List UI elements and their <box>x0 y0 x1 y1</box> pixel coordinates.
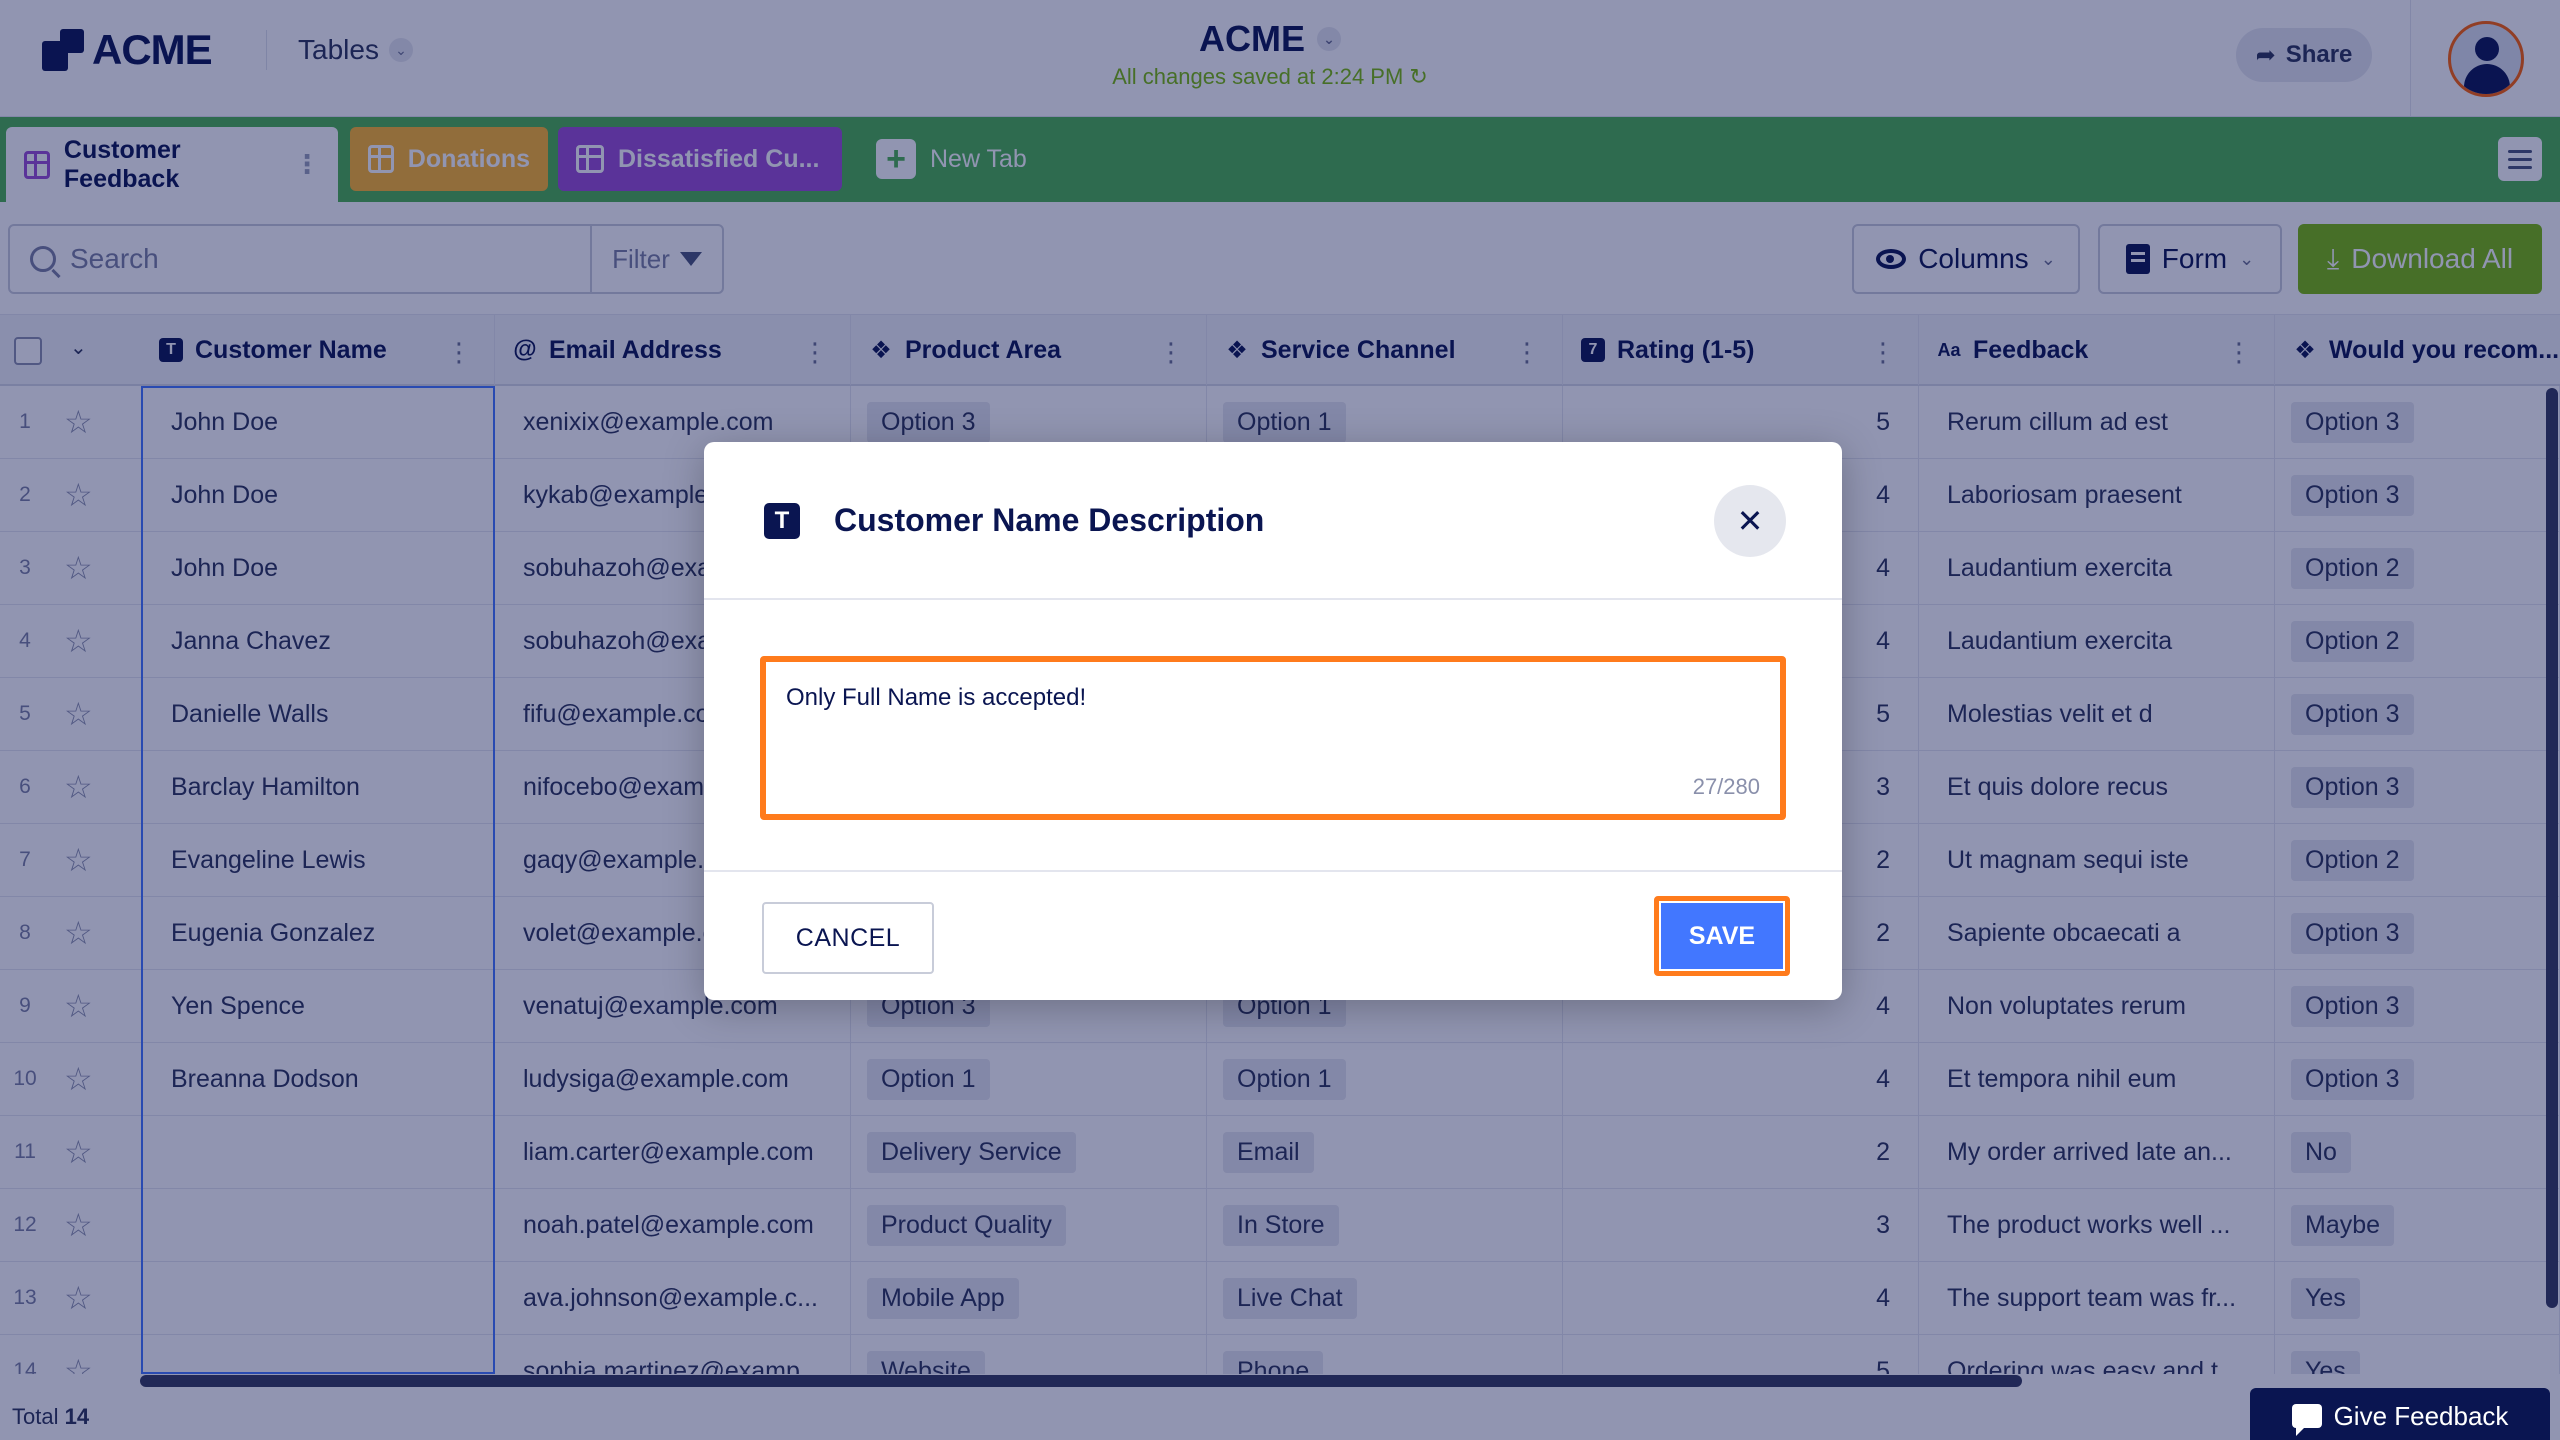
description-textarea[interactable]: Only Full Name is accepted! 27/280 <box>760 656 1786 820</box>
character-counter: 27/280 <box>1692 774 1760 799</box>
modal-title: Customer Name Description <box>834 502 1265 538</box>
chat-bubble-icon <box>2291 1404 2322 1436</box>
text-type-icon: T <box>764 503 800 539</box>
description-modal: T Customer Name Description ✕ Only Full … <box>704 442 1842 1000</box>
description-value: Only Full Name is accepted! <box>786 684 1087 711</box>
save-label: SAVE <box>1688 921 1756 950</box>
close-icon[interactable]: ✕ <box>1714 485 1786 557</box>
cancel-button[interactable]: CANCEL <box>762 902 934 974</box>
modal-header: T Customer Name Description ✕ <box>704 442 1842 600</box>
give-feedback-label: Give Feedback <box>2333 1400 2509 1431</box>
save-button[interactable]: SAVE <box>1654 896 1790 976</box>
give-feedback-button[interactable]: Give Feedback <box>2250 1388 2550 1440</box>
modal-footer: CANCEL SAVE <box>704 870 1842 1000</box>
